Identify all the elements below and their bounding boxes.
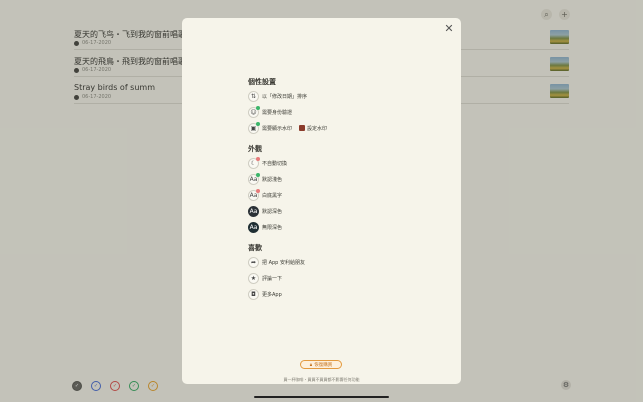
- section-title-likes: 喜歡: [248, 244, 262, 252]
- app-icon: ◘: [248, 288, 259, 300]
- aa-icon: Aa: [248, 188, 260, 201]
- aa-dark-icon: Aa: [248, 205, 259, 217]
- row-default-light[interactable]: Aa 默認淺色: [248, 172, 282, 185]
- row-white-bg-black-text[interactable]: Aa 白底黑字: [248, 188, 282, 201]
- section-title-personal: 個性設置: [248, 78, 276, 86]
- aa-icon: Aa: [248, 172, 260, 185]
- row-face-id[interactable]: ☺ 需要身份驗證: [248, 105, 292, 118]
- badge: [256, 188, 260, 193]
- face-id-icon: ☺: [248, 105, 260, 118]
- watermark-icon: [299, 125, 306, 131]
- selected-badge: [256, 172, 260, 177]
- row-sort[interactable]: ⇅ 以「修改日期」排序: [248, 90, 307, 102]
- moon-icon: ☾: [248, 156, 260, 169]
- lock-icon: 🔒︎: [309, 362, 313, 368]
- row-review[interactable]: ★ 評論一下: [248, 272, 282, 284]
- star-icon: ★: [248, 272, 259, 284]
- enabled-badge: [256, 105, 260, 110]
- sort-icon: ⇅: [248, 90, 259, 102]
- row-more-apps[interactable]: ◘ 更多App: [248, 288, 282, 300]
- home-indicator[interactable]: [254, 396, 389, 398]
- row-default-dark[interactable]: Aa 默認深色: [248, 205, 282, 217]
- restore-purchase-button[interactable]: 🔒︎ 恢復購買: [300, 360, 342, 369]
- row-no-auto-switch[interactable]: ☾ 不自動切換: [248, 156, 287, 169]
- enabled-badge: [256, 121, 260, 126]
- image-icon: ▣: [248, 121, 260, 134]
- row-watermark[interactable]: ▣ 需要顯示水印 設定水印: [248, 121, 327, 134]
- aa-darker-icon: Aa: [248, 221, 259, 233]
- row-infinite-dark[interactable]: Aa 無限深色: [248, 221, 282, 233]
- close-icon[interactable]: ✕: [443, 23, 455, 35]
- row-share-app[interactable]: ➦ 把 App 安利給朋友: [248, 256, 305, 268]
- set-watermark-button[interactable]: 設定水印: [299, 125, 327, 132]
- settings-modal: ✕ 個性設置 ⇅ 以「修改日期」排序 ☺ 需要身份驗證 ▣ 需要顯示水印 設定水…: [182, 18, 461, 384]
- share-icon: ➦: [248, 256, 259, 268]
- section-title-appearance: 外觀: [248, 145, 262, 153]
- footnote: 買一杯咖啡・買買不買買都不影響任何功能: [283, 377, 360, 382]
- badge: [256, 156, 260, 161]
